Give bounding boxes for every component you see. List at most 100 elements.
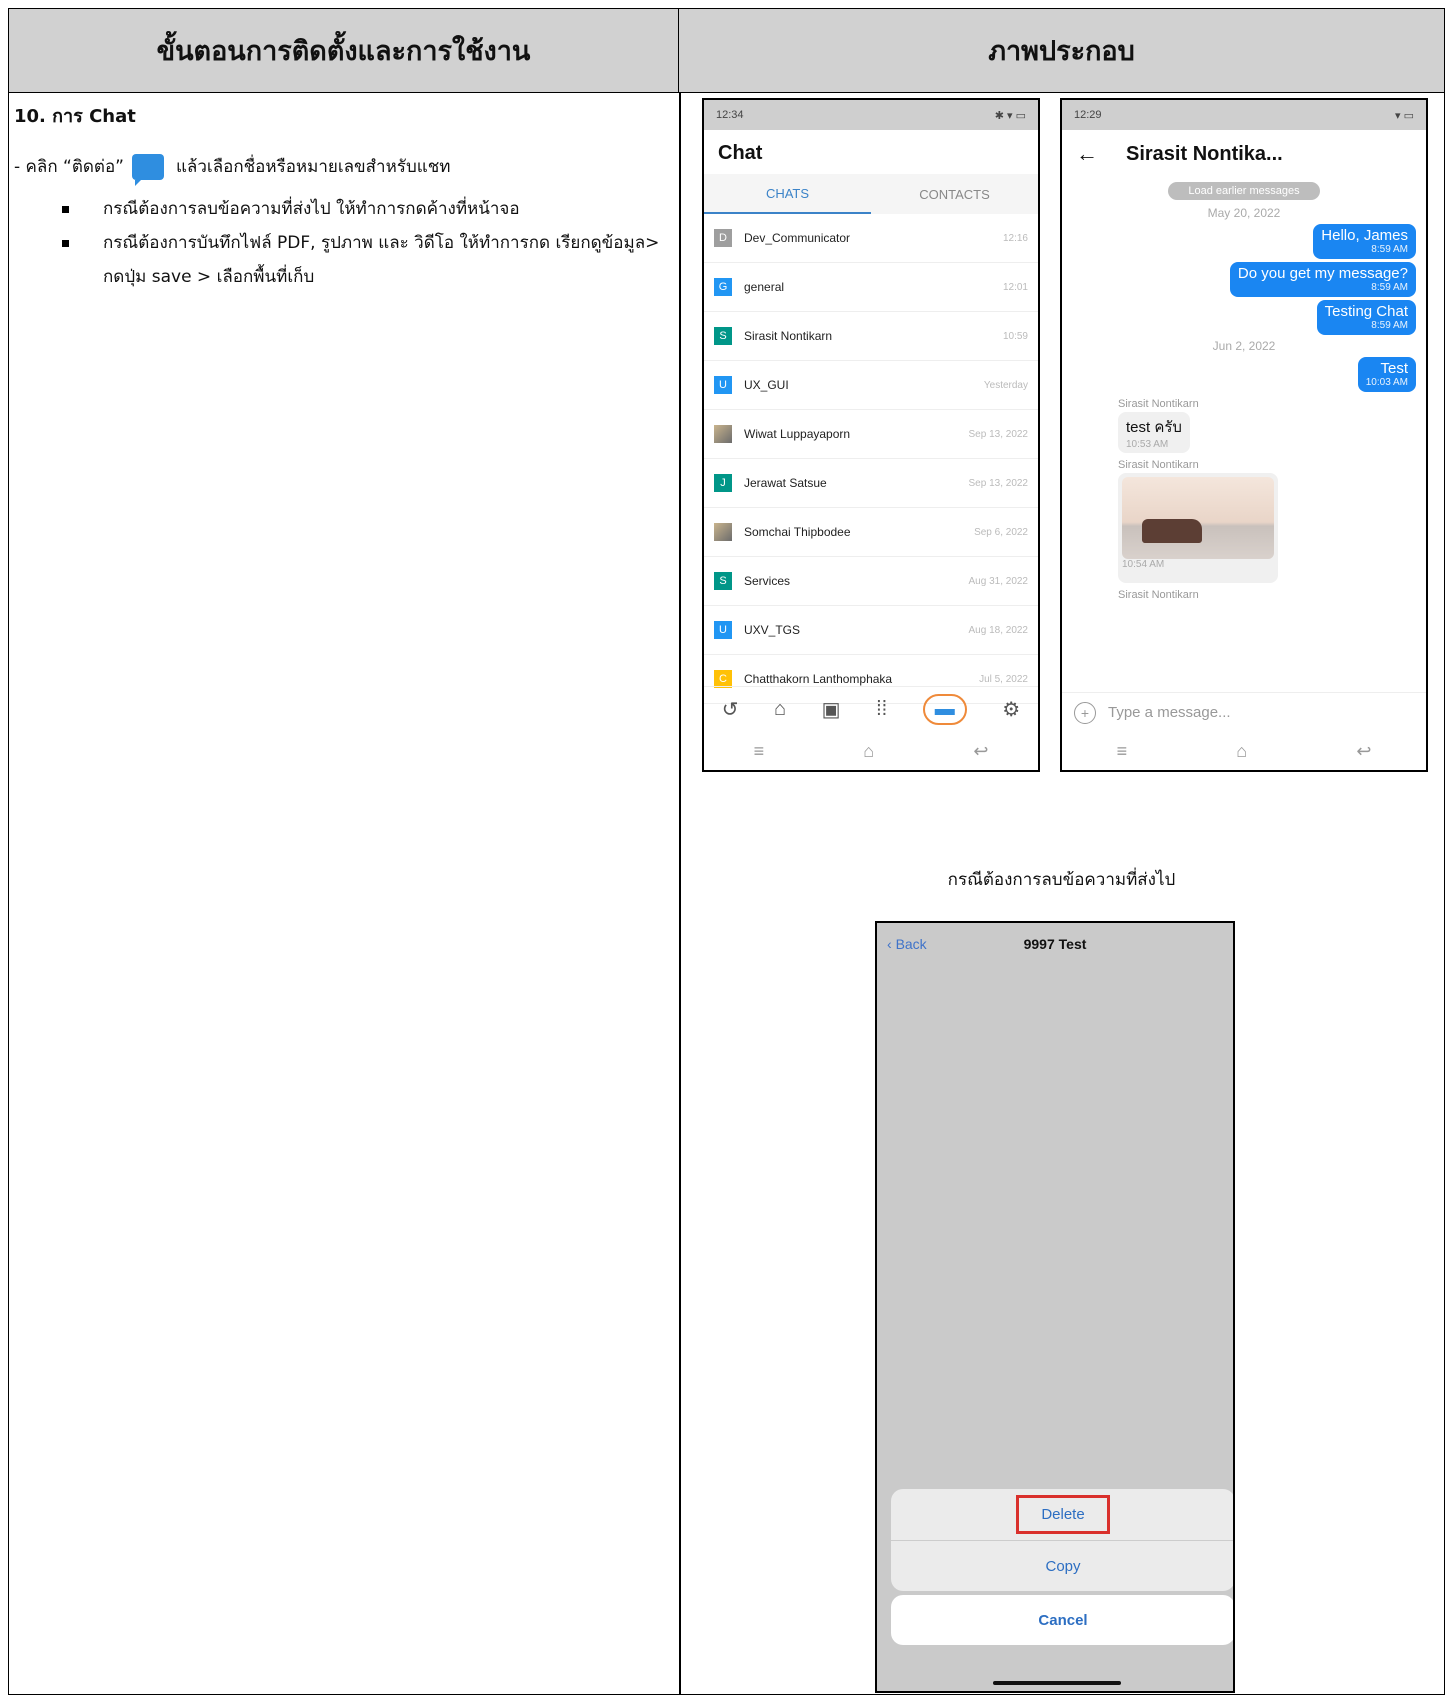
chat-list-item[interactable]: J Jerawat Satsue Sep 13, 2022 bbox=[704, 459, 1038, 508]
history-icon[interactable]: ↺ bbox=[722, 697, 739, 722]
column-header-illustration: ภาพประกอบ bbox=[679, 9, 1444, 93]
home-indicator bbox=[993, 1681, 1121, 1685]
home-key-icon[interactable]: ⌂ bbox=[863, 741, 874, 762]
add-attachment-icon[interactable]: + bbox=[1074, 701, 1096, 724]
chat-time: Sep 13, 2022 bbox=[968, 428, 1029, 440]
message-list: Load earlier messages May 20, 2022 Hello… bbox=[1062, 182, 1426, 601]
chat-time: Jul 5, 2022 bbox=[979, 673, 1028, 685]
message-text: Test bbox=[1380, 360, 1408, 377]
back-arrow-icon[interactable]: ← bbox=[1076, 141, 1098, 167]
menu-icon[interactable]: ≡ bbox=[1117, 741, 1128, 762]
message-text: Hello, James bbox=[1321, 227, 1408, 244]
tab-chats[interactable]: CHATS bbox=[704, 174, 871, 214]
message-time: 8:59 AM bbox=[1371, 282, 1408, 293]
chat-name: Sirasit Nontikarn bbox=[744, 329, 833, 343]
chat-time: Sep 6, 2022 bbox=[974, 526, 1028, 538]
chat-name: Dev_Communicator bbox=[744, 231, 851, 245]
bullet-text: กรณีต้องการลบข้อความที่ส่งไป ให้ทำการกดค… bbox=[103, 199, 520, 219]
delete-option[interactable]: Delete bbox=[891, 1489, 1233, 1541]
chat-name: Jerawat Satsue bbox=[744, 476, 827, 490]
chat-list-item[interactable]: S Sirasit Nontikarn 10:59 bbox=[704, 312, 1038, 361]
message-time: 10:54 AM bbox=[1122, 559, 1165, 570]
date-separator: May 20, 2022 bbox=[1207, 206, 1281, 220]
status-icons: ▾ ▭ bbox=[1395, 109, 1414, 122]
date-separator: Jun 2, 2022 bbox=[1212, 339, 1276, 353]
chat-list: D Dev_Communicator 12:16 Ggeneral 12:01 S Sira… bbox=[704, 214, 1038, 704]
ios-nav-bar: 9997 Test ‹ Back bbox=[877, 923, 1233, 965]
screenshot-caption: กรณีต้องการลบข้อความที่ส่งไป bbox=[947, 870, 1176, 890]
chat-list-item[interactable]: S Services Aug 31, 2022 bbox=[704, 557, 1038, 606]
cancel-sheet: Cancel bbox=[891, 1595, 1233, 1645]
tab-contacts[interactable]: CONTACTS bbox=[871, 174, 1038, 214]
message-time: 8:59 AM bbox=[1371, 244, 1408, 255]
conversation-title: Sirasit Nontika... bbox=[1126, 142, 1283, 165]
chat-list-item[interactable]: Wiwat Luppayaporn Sep 13, 2022 bbox=[704, 410, 1038, 459]
chat-list-item[interactable]: U UX_GUI Yesterday bbox=[704, 361, 1038, 410]
van-photo bbox=[1122, 477, 1274, 559]
screen-title: Chat bbox=[718, 142, 763, 164]
chat-name: Somchai Thipbodee bbox=[744, 525, 851, 539]
column-header-steps: ขั้นตอนการติดตั้งและการใช้งาน bbox=[9, 9, 679, 93]
avatar: U bbox=[714, 376, 732, 394]
status-bar: 12:29 ▾ ▭ bbox=[1062, 100, 1426, 130]
status-time: 12:29 bbox=[1074, 109, 1102, 121]
load-earlier-button[interactable]: Load earlier messages bbox=[1168, 182, 1320, 200]
system-nav: ≡ ⌂ ↩ bbox=[704, 732, 1038, 770]
outgoing-message[interactable]: Testing Chat 8:59 AM bbox=[1072, 300, 1416, 335]
chat-time: Yesterday bbox=[983, 379, 1028, 391]
chat-list-item[interactable]: Somchai Thipbodee Sep 6, 2022 bbox=[704, 508, 1038, 557]
chat-name: Services bbox=[744, 574, 791, 588]
outgoing-message[interactable]: Hello, James 8:59 AM bbox=[1072, 224, 1416, 259]
contacts-icon[interactable]: ▣ bbox=[822, 697, 841, 722]
copy-option[interactable]: Copy bbox=[891, 1541, 1233, 1591]
steps-cell: 10. การ Chat - คลิก “ติดต่อ” แล้วเลือกชื… bbox=[14, 100, 664, 294]
menu-icon[interactable]: ≡ bbox=[754, 741, 765, 762]
home-icon[interactable]: ⌂ bbox=[774, 698, 786, 721]
chat-list-item[interactable]: Ggeneral 12:01 bbox=[704, 263, 1038, 312]
chat-time: 12:01 bbox=[1002, 281, 1028, 293]
chat-list-item[interactable]: U UXV_TGS Aug 18, 2022 bbox=[704, 606, 1038, 655]
intro-prefix: - คลิก “ติดต่อ” bbox=[14, 157, 124, 177]
status-bar: 12:34 ✱ ▾ ▭ bbox=[704, 100, 1038, 130]
sender-name: Sirasit Nontikarn bbox=[1118, 589, 1199, 601]
chat-name: general bbox=[744, 280, 785, 294]
avatar: G bbox=[714, 278, 732, 296]
avatar bbox=[714, 523, 732, 541]
back-key-icon[interactable]: ↩ bbox=[1356, 741, 1371, 762]
sender-name: Sirasit Nontikarn bbox=[1118, 398, 1199, 410]
status-icons: ✱ ▾ ▭ bbox=[994, 109, 1026, 122]
outgoing-message[interactable]: Do you get my message? 8:59 AM bbox=[1072, 262, 1416, 297]
settings-gear-icon[interactable]: ⚙ bbox=[1002, 697, 1020, 722]
cancel-button[interactable]: Cancel bbox=[891, 1595, 1233, 1645]
bullet-square-icon bbox=[62, 206, 69, 213]
bullet-item: กรณีต้องการบันทึกไฟล์ PDF, รูปภาพ และ วิ… bbox=[62, 226, 664, 294]
message-time: 8:59 AM bbox=[1371, 320, 1408, 331]
message-text: Testing Chat bbox=[1324, 303, 1408, 320]
chat-list-item[interactable]: D Dev_Communicator 12:16 bbox=[704, 214, 1038, 263]
dialpad-icon[interactable]: ⁞⁞ bbox=[876, 698, 887, 721]
home-key-icon[interactable]: ⌂ bbox=[1236, 741, 1247, 762]
message-time: 10:03 AM bbox=[1365, 377, 1408, 388]
message-input[interactable]: Type a message... bbox=[1108, 704, 1231, 721]
avatar: S bbox=[714, 327, 732, 345]
tab-bar: CHATS CONTACTS bbox=[704, 174, 1038, 214]
ios-title: 9997 Test bbox=[1023, 936, 1087, 952]
outgoing-message[interactable]: Test 10:03 AM bbox=[1072, 357, 1416, 392]
incoming-message[interactable]: test ครับ 10:53 AM bbox=[1118, 412, 1190, 453]
avatar: D bbox=[714, 229, 732, 247]
system-nav: ≡ ⌂ ↩ bbox=[1062, 732, 1426, 770]
image-message[interactable]: 10:54 AM bbox=[1118, 473, 1278, 583]
chat-name: Wiwat Luppayaporn bbox=[744, 427, 851, 441]
avatar: J bbox=[714, 474, 732, 492]
intro-suffix: แล้วเลือกชื่อหรือหมายเลขสำหรับแชท bbox=[175, 157, 451, 177]
back-key-icon[interactable]: ↩ bbox=[973, 741, 988, 762]
chat-icon[interactable]: ▬ bbox=[922, 694, 967, 725]
bullet-square-icon bbox=[62, 240, 69, 247]
chat-name: UX_GUI bbox=[744, 378, 789, 392]
bullet-text: กรณีต้องการบันทึกไฟล์ PDF, รูปภาพ และ วิ… bbox=[103, 233, 660, 287]
conversation-screenshot: 12:29 ▾ ▭ ← Sirasit Nontika... Load earlie… bbox=[1060, 98, 1428, 772]
avatar bbox=[714, 425, 732, 443]
chat-name: Chatthakorn Lanthomphaka bbox=[744, 672, 893, 686]
message-time: 10:53 AM bbox=[1126, 439, 1169, 450]
message-text: test ครับ bbox=[1126, 419, 1182, 436]
